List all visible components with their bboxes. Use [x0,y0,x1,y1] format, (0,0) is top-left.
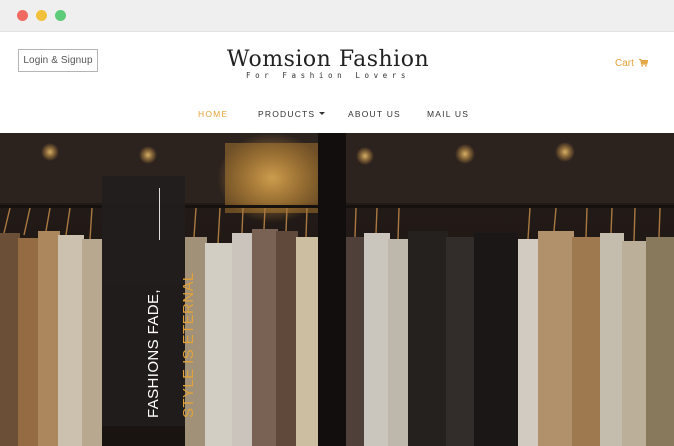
nav-item-products-label: PRODUCTS [258,109,316,119]
brand-name: Womsion Fashion [226,47,430,72]
brand-logo[interactable]: Womsion Fashion For Fashion Lovers [200,47,456,80]
shopping-cart-icon [638,58,649,67]
quote-line-2: STYLE IS ETERNAL [180,272,197,418]
quote-panel: FASHIONS FADE, STYLE IS ETERNAL [102,176,197,426]
nav-item-home[interactable]: HOME [198,108,228,120]
browser-chrome [0,0,674,32]
maximize-window-button[interactable] [55,10,66,21]
site-header: Login & Signup Womsion Fashion For Fashi… [0,32,674,133]
close-window-button[interactable] [17,10,28,21]
login-signup-button[interactable]: Login & Signup [18,49,98,72]
hero-banner: FASHIONS FADE, STYLE IS ETERNAL [0,133,674,446]
minimize-window-button[interactable] [36,10,47,21]
cart-label: Cart [615,58,634,69]
nav-item-about-us[interactable]: ABOUT US [348,108,401,120]
quote-line-1: FASHIONS FADE, [145,289,162,418]
quote-text: FASHIONS FADE, STYLE IS ETERNAL [144,218,198,418]
main-navigation: HOME PRODUCTS ABOUT US MAIL US [0,108,674,122]
nav-item-mail-us[interactable]: MAIL US [427,108,469,120]
chevron-down-icon [319,112,326,115]
nav-item-products[interactable]: PRODUCTS [258,108,326,120]
cart-link[interactable]: Cart [615,58,649,70]
